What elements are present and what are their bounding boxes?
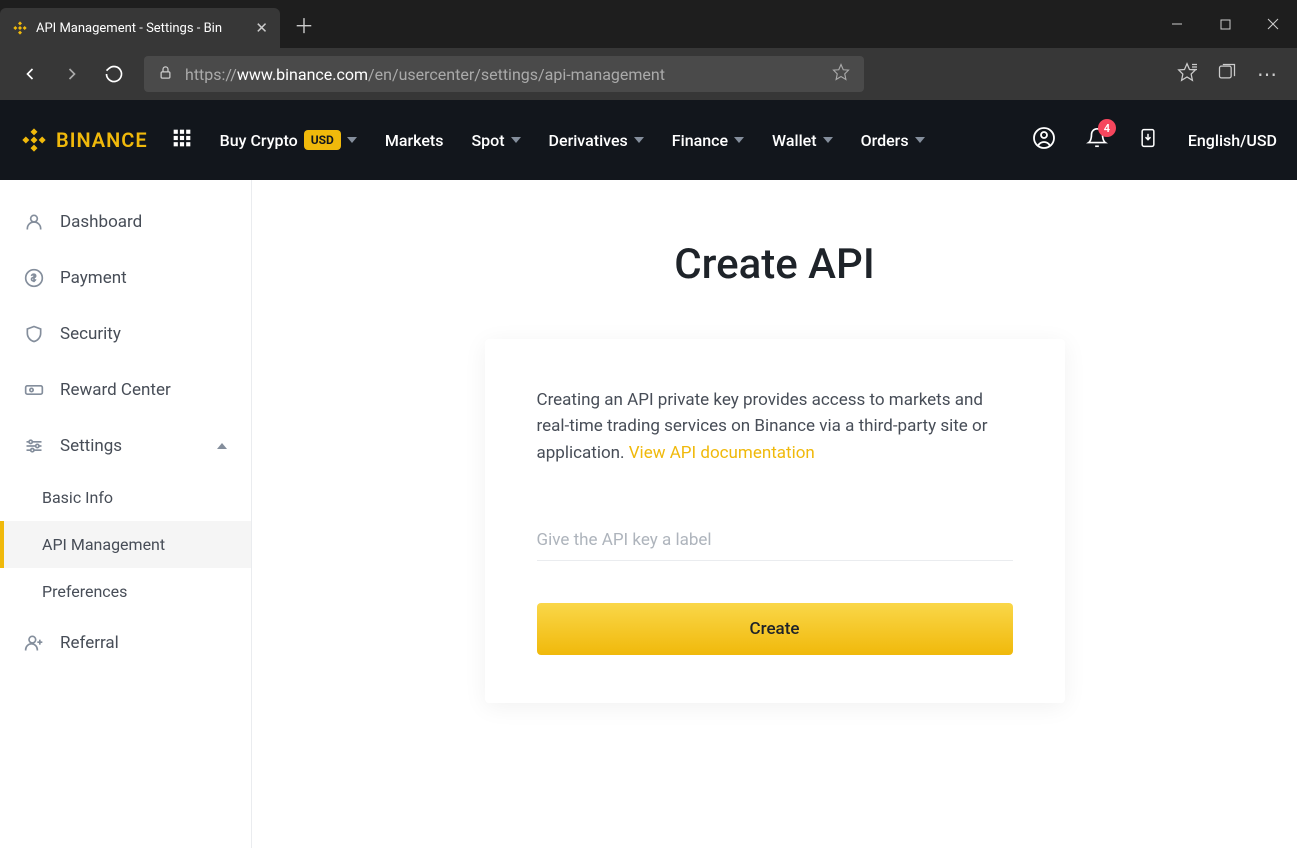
minimize-button[interactable]	[1153, 4, 1201, 44]
page-title: Create API	[674, 240, 874, 289]
nav-wallet[interactable]: Wallet	[772, 131, 833, 150]
api-label-input[interactable]	[537, 520, 1013, 561]
notification-icon[interactable]: 4	[1086, 127, 1108, 153]
language-currency[interactable]: English/USD	[1188, 131, 1277, 150]
profile-icon[interactable]	[1032, 126, 1056, 154]
sidebar-label: Referral	[60, 633, 119, 653]
nav-label: Wallet	[772, 131, 817, 150]
sidebar: Dashboard Payment Security Reward Center…	[0, 180, 252, 848]
maximize-button[interactable]	[1201, 4, 1249, 44]
header-right: 4 English/USD	[1032, 126, 1277, 154]
main-layout: Dashboard Payment Security Reward Center…	[0, 180, 1297, 848]
tab-title: API Management - Settings - Bin	[36, 21, 247, 36]
nav-buy-crypto[interactable]: Buy Crypto USD	[220, 130, 357, 150]
sidebar-item-referral[interactable]: Referral	[0, 615, 251, 671]
create-button[interactable]: Create	[537, 603, 1013, 655]
card-description: Creating an API private key provides acc…	[537, 387, 1013, 466]
url-box[interactable]: https://www.binance.com/en/usercenter/se…	[144, 56, 864, 92]
person-add-icon	[24, 633, 44, 653]
nav-label: Derivatives	[549, 131, 628, 150]
nav-label: Orders	[861, 131, 909, 150]
notification-badge: 4	[1098, 119, 1116, 137]
binance-logo-icon	[20, 126, 48, 154]
nav-derivatives[interactable]: Derivatives	[549, 131, 644, 150]
nav-orders[interactable]: Orders	[861, 131, 925, 150]
caret-down-icon	[347, 137, 357, 143]
browser-tab[interactable]: API Management - Settings - Bin ✕	[0, 8, 280, 48]
address-bar: https://www.binance.com/en/usercenter/se…	[0, 48, 1297, 100]
favorite-icon[interactable]	[832, 63, 850, 85]
binance-logo[interactable]: BINANCE	[20, 126, 148, 154]
caret-down-icon	[734, 137, 744, 143]
forward-button[interactable]	[60, 62, 84, 86]
sidebar-subitem-basic-info[interactable]: Basic Info	[0, 474, 251, 521]
main-nav: Buy Crypto USD Markets Spot Derivatives …	[220, 130, 925, 150]
nav-label: Markets	[385, 131, 444, 150]
caret-up-icon	[217, 443, 227, 449]
lock-icon	[158, 65, 173, 84]
content-area: Create API Creating an API private key p…	[252, 180, 1297, 848]
nav-spot[interactable]: Spot	[471, 131, 520, 150]
caret-down-icon	[511, 137, 521, 143]
caret-down-icon	[915, 137, 925, 143]
nav-markets[interactable]: Markets	[385, 131, 444, 150]
logo-text: BINANCE	[56, 128, 148, 152]
sidebar-label: Security	[60, 324, 121, 344]
nav-label: Finance	[672, 131, 728, 150]
sidebar-subitem-preferences[interactable]: Preferences	[0, 568, 251, 615]
sidebar-item-settings[interactable]: Settings	[0, 418, 251, 474]
dollar-icon	[24, 268, 44, 288]
ticket-icon	[24, 380, 44, 400]
person-icon	[24, 212, 44, 232]
window-controls	[1153, 4, 1297, 44]
settings-subitems: Basic Info API Management Preferences	[0, 474, 251, 615]
tab-bar: API Management - Settings - Bin ✕ ＋	[0, 0, 1297, 48]
api-documentation-link[interactable]: View API documentation	[629, 443, 815, 463]
nav-finance[interactable]: Finance	[672, 131, 744, 150]
shield-icon	[24, 324, 44, 344]
more-menu-icon[interactable]: ⋯	[1257, 62, 1279, 86]
grid-menu-icon[interactable]	[172, 128, 192, 152]
favorites-icon[interactable]	[1177, 62, 1197, 86]
url-text: https://www.binance.com/en/usercenter/se…	[185, 65, 665, 84]
sidebar-item-payment[interactable]: Payment	[0, 250, 251, 306]
nav-label: Buy Crypto	[220, 131, 298, 150]
sidebar-label: Payment	[60, 268, 127, 288]
caret-down-icon	[823, 137, 833, 143]
close-tab-icon[interactable]: ✕	[255, 19, 268, 37]
site-header: BINANCE Buy Crypto USD Markets Spot Deri…	[0, 100, 1297, 180]
sliders-icon	[24, 436, 44, 456]
binance-favicon-icon	[12, 20, 28, 36]
sidebar-label: Dashboard	[60, 212, 142, 232]
sidebar-item-dashboard[interactable]: Dashboard	[0, 194, 251, 250]
nav-label: Spot	[471, 131, 504, 150]
create-api-card: Creating an API private key provides acc…	[485, 339, 1065, 703]
download-icon[interactable]	[1138, 128, 1158, 152]
refresh-button[interactable]	[102, 62, 126, 86]
back-button[interactable]	[18, 62, 42, 86]
close-window-button[interactable]	[1249, 4, 1297, 44]
sidebar-item-reward-center[interactable]: Reward Center	[0, 362, 251, 418]
usd-badge: USD	[304, 130, 341, 150]
browser-chrome: API Management - Settings - Bin ✕ ＋ http…	[0, 0, 1297, 100]
sidebar-label: Settings	[60, 436, 122, 456]
caret-down-icon	[634, 137, 644, 143]
sidebar-item-security[interactable]: Security	[0, 306, 251, 362]
sidebar-subitem-api-management[interactable]: API Management	[0, 521, 251, 568]
sidebar-label: Reward Center	[60, 380, 171, 400]
toolbar-right: ⋯	[1177, 62, 1279, 86]
new-tab-button[interactable]: ＋	[294, 10, 314, 39]
collections-icon[interactable]	[1217, 62, 1237, 86]
